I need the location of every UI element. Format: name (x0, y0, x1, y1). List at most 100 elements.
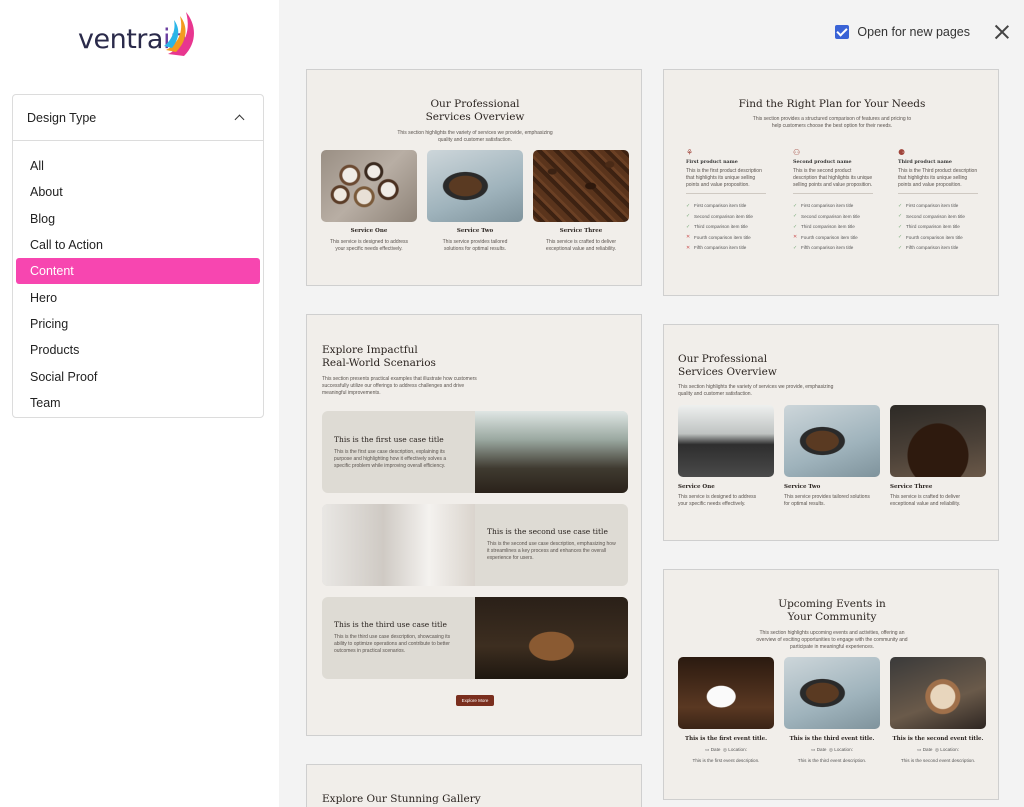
comparison-item-label: Second comparison item title (906, 213, 965, 219)
plan-icon: ⚈ (898, 148, 906, 157)
check-icon: ✓ (898, 244, 903, 251)
use-case-desc: This is the second use case description,… (487, 541, 616, 561)
check-icon: ✓ (686, 202, 691, 209)
design-type-panel: Design Type All About Blog Call to Action Co… (12, 94, 264, 418)
filter-item-hero[interactable]: Hero (16, 284, 260, 310)
comparison-item-label: Fifth comparison item title (801, 245, 854, 251)
service-name: Service Two (784, 484, 821, 490)
plan-column: ⚈ Third product name This is the Third pro… (898, 148, 978, 253)
card-subtitle: This section presents practical examples… (322, 376, 477, 396)
use-case-title: This is the first use case title (334, 435, 444, 444)
service-desc: This service is crafted to deliver excep… (545, 239, 617, 252)
template-card-plans[interactable]: Find the Right Plan for Your Needs This … (663, 69, 999, 296)
comparison-item: ✓ Third comparison item title (898, 221, 978, 232)
check-icon: ✓ (898, 223, 903, 230)
template-gallery: Open for new pages Our Professional Servi… (279, 0, 1024, 807)
use-case-desc: This is the third use case description, … (334, 634, 451, 654)
card-subtitle: This section highlights the variety of s… (397, 130, 553, 143)
plan-icon: ⚘ (686, 148, 694, 157)
comparison-item-label: Fourth comparison item title (801, 234, 858, 240)
template-card-services-2[interactable]: Our Professional Services Overview This s… (663, 324, 999, 541)
logo-swoosh-icon (164, 12, 194, 56)
comparison-item-label: Fourth comparison item title (906, 234, 963, 240)
service-image (533, 150, 629, 222)
card-title: Find the Right Plan for Your Needs (738, 98, 926, 110)
use-case-1: This is the first use case title This is… (322, 411, 628, 493)
use-case-image (475, 597, 628, 679)
filter-item-social-proof[interactable]: Social Proof (16, 363, 260, 389)
open-new-pages-label[interactable]: Open for new pages (857, 25, 970, 39)
ventraip-logo: ventraip (78, 10, 208, 60)
service-name: Service Three (890, 484, 933, 490)
event-meta: ▭ Date ◎ Location: (705, 747, 747, 752)
explore-more-button: Explore More (456, 695, 494, 706)
filter-item-all[interactable]: All (16, 153, 260, 179)
comparison-item-label: First comparison item title (906, 203, 959, 209)
close-icon[interactable] (994, 24, 1010, 40)
event-desc: This is the second event description. (900, 758, 976, 763)
plan-desc: This is the second product description t… (793, 168, 873, 188)
card-title: Upcoming Events in Your Community (778, 598, 886, 624)
template-card-events[interactable]: Upcoming Events in Your Community This se… (663, 569, 999, 800)
service-desc: This service is designed to address your… (678, 494, 757, 507)
comparison-item: ✕ Fourth comparison item title (686, 232, 766, 243)
filter-item-pricing[interactable]: Pricing (16, 311, 260, 337)
design-type-header[interactable]: Design Type (13, 95, 263, 141)
plan-column: ⚘ First product name This is the first pro… (686, 148, 766, 253)
event-title: This is the second event title. (892, 736, 984, 742)
card-subtitle: This section highlights the variety of s… (678, 384, 834, 397)
card-title: Explore Our Stunning Gallery (322, 793, 481, 805)
template-card-services-1[interactable]: Our Professional Services Overview This s… (306, 69, 642, 286)
comparison-item: ✓ First comparison item title (793, 200, 873, 211)
open-new-pages-checkbox[interactable] (835, 25, 850, 39)
use-case-image (475, 411, 628, 493)
template-card-gallery[interactable]: Explore Our Stunning Gallery (306, 764, 642, 807)
comparison-item-label: Third comparison item title (694, 224, 748, 230)
topbar: Open for new pages (835, 24, 1010, 40)
service-desc: This service is crafted to deliver excep… (890, 494, 961, 507)
filter-item-about[interactable]: About (16, 179, 260, 205)
service-desc: This service provides tailored solutions… (784, 494, 870, 507)
comparison-item: ✓ Third comparison item title (793, 221, 873, 232)
card-title: Our Professional Services Overview (678, 353, 777, 379)
comparison-item: ✓ Fifth comparison item title (793, 243, 873, 254)
use-case-3: This is the third use case title This is… (322, 597, 628, 679)
plan-divider (686, 193, 766, 195)
use-case-image (322, 504, 475, 586)
filter-item-blog[interactable]: Blog (16, 206, 260, 232)
filter-item-content[interactable]: Content (16, 258, 260, 285)
filter-item-call-to-action[interactable]: Call to Action (16, 232, 260, 258)
chevron-up-icon[interactable] (233, 111, 247, 125)
check-icon: ✓ (898, 213, 903, 220)
sidebar: ventraip Design Type AllAboutBlogCall to… (0, 0, 278, 807)
event-image (678, 657, 774, 729)
filter-item-team[interactable]: Team (16, 390, 260, 416)
service-image (427, 150, 523, 222)
comparison-item: ✓ Second comparison item title (898, 211, 978, 222)
service-name: Service Two (456, 228, 494, 234)
plan-name: Third product name (898, 159, 952, 165)
event-image (890, 657, 986, 729)
service-desc: This service provides tailored solutions… (442, 239, 508, 252)
check-icon: ✓ (686, 213, 691, 220)
design-type-title: Design Type (27, 110, 97, 125)
filter-item-products[interactable]: Products (16, 337, 260, 363)
cross-icon: ✕ (686, 244, 691, 251)
check-icon: ✓ (793, 244, 798, 251)
comparison-item-label: Second comparison item title (801, 213, 860, 219)
comparison-item: ✓ Fifth comparison item title (898, 243, 978, 254)
check-icon: ✓ (898, 202, 903, 209)
card-title: Explore Impactful Real-World Scenarios (322, 344, 436, 370)
plan-desc: This is the first product description th… (686, 168, 762, 188)
event-meta: ▭ Date ◎ Location: (917, 747, 959, 752)
service-image (321, 150, 417, 222)
card-subtitle: This section highlights upcoming events … (756, 630, 908, 650)
design-type-list: All About Blog Call to Action Content Hero Pri… (13, 141, 263, 416)
service-image (678, 405, 774, 477)
comparison-item: ✓ Third comparison item title (686, 221, 766, 232)
plan-icon: ⚇ (793, 148, 801, 157)
template-card-scenarios[interactable]: Explore Impactful Real-World Scenarios Th… (306, 314, 642, 736)
comparison-item-label: Fifth comparison item title (694, 245, 747, 251)
event-meta: ▭ Date ◎ Location: (811, 747, 853, 752)
cross-icon: ✕ (793, 234, 798, 241)
